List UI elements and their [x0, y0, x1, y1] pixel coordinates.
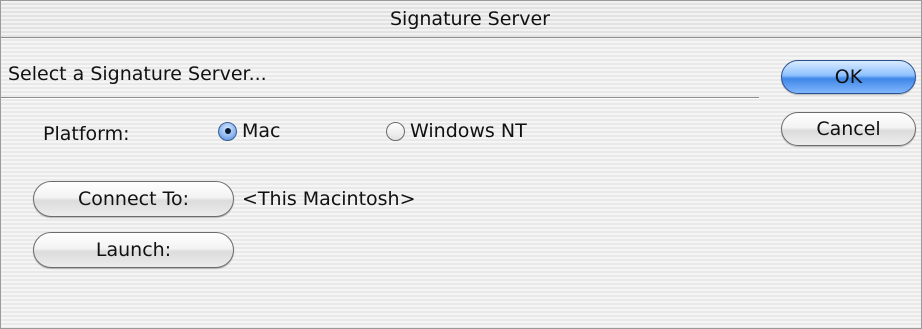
radio-selected-icon — [218, 121, 237, 141]
prompt-text: Select a Signature Server... — [8, 63, 267, 85]
radio-mac[interactable]: Mac — [218, 120, 280, 142]
radio-windows-nt-label: Windows NT — [410, 120, 527, 142]
radio-unselected-icon — [386, 121, 405, 141]
divider — [1, 97, 759, 99]
connect-target-value: <This Macintosh> — [242, 188, 416, 210]
radio-windows-nt[interactable]: Windows NT — [386, 120, 527, 142]
connect-to-button[interactable]: Connect To: — [33, 181, 234, 217]
cancel-button[interactable]: Cancel — [781, 112, 916, 146]
window-title: Signature Server — [389, 8, 550, 30]
title-bar[interactable]: Signature Server — [1, 1, 921, 38]
ok-button[interactable]: OK — [781, 60, 916, 94]
platform-label: Platform: — [43, 123, 130, 145]
radio-mac-label: Mac — [242, 120, 281, 142]
signature-server-dialog: Signature Server Select a Signature Serv… — [0, 0, 922, 329]
launch-button[interactable]: Launch: — [33, 232, 234, 268]
